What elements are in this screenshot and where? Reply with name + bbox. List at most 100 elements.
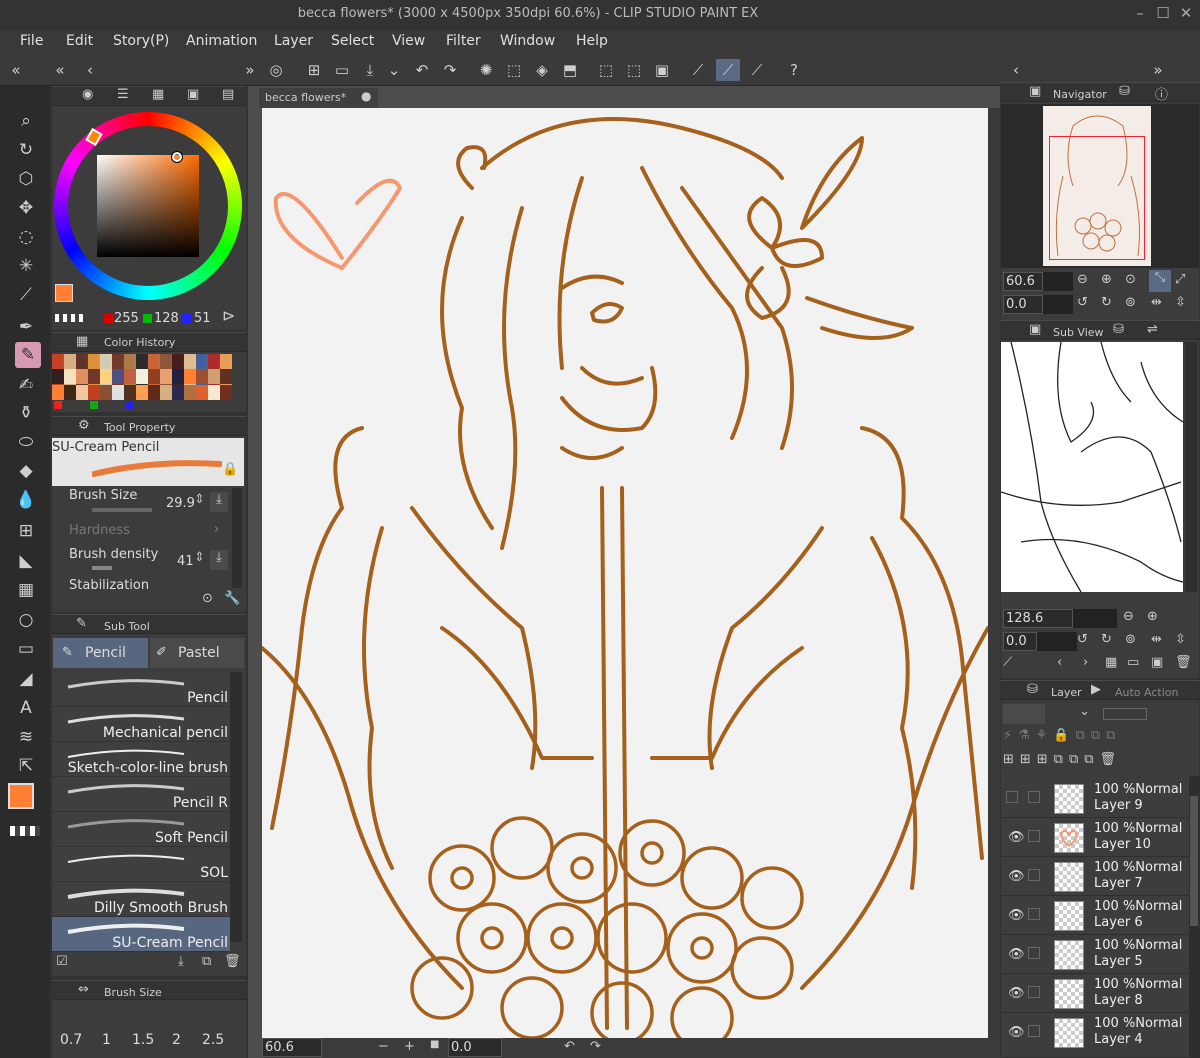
navigator-angle-value[interactable]: 0.0 <box>1003 295 1043 314</box>
clip-studio-icon[interactable]: ◎ <box>264 59 288 81</box>
navigator-zoom-value[interactable]: 60.6 <box>1003 272 1043 291</box>
clear-outside-icon[interactable]: ⬚ <box>502 59 526 81</box>
lock-icon[interactable]: 🔒 <box>222 462 238 477</box>
tool-property-scrollbar[interactable] <box>232 488 242 588</box>
sub-view-grid-icon[interactable]: ▦ <box>1105 655 1117 670</box>
rotate-tool-icon[interactable]: ↻ <box>13 137 39 163</box>
size-preset-2-5[interactable]: 2.5 <box>202 1032 224 1048</box>
layer-command-toolbar[interactable]: ⊞⊞⊞⧉⧉⧉🗑 <box>1003 752 1197 774</box>
duplicate-sub-tool-icon[interactable]: ⧉ <box>202 954 211 969</box>
zoom-out-icon[interactable]: − <box>378 1039 389 1054</box>
layer-row[interactable]: 👁 100 %Normal Layer 6 <box>1002 896 1189 935</box>
sub-view-flip-h-icon[interactable]: ⇹ <box>1151 632 1162 647</box>
show-selection-icon[interactable]: ▣ <box>650 59 674 81</box>
color-main-swatch[interactable] <box>55 284 73 302</box>
layer-lock-box[interactable] <box>1028 830 1040 842</box>
brush-item-mechanical-pencil[interactable]: Mechanical pencil <box>52 707 230 742</box>
chevron-left-icon[interactable]: ‹ <box>78 59 102 81</box>
eyedropper-tool-icon[interactable]: ⟋ <box>13 282 39 308</box>
sub-view-image-icon[interactable]: ▣ <box>1151 655 1163 670</box>
color-wheel-tab-icon[interactable]: ◉ <box>82 87 93 102</box>
eye-icon[interactable]: 👁 <box>1008 986 1025 1001</box>
gradient-tool-icon[interactable]: ▦ <box>13 577 39 603</box>
layer-name[interactable]: Layer 10 <box>1094 837 1151 852</box>
intermediate-color-tab-icon[interactable]: ▣ <box>187 87 199 102</box>
brush-size-spinner-icon[interactable]: ⇕ <box>194 492 205 507</box>
layer-name[interactable]: Layer 9 <box>1094 798 1143 813</box>
sub-view-zoom-slider[interactable] <box>1073 609 1117 628</box>
density-spinner-icon[interactable]: ⇕ <box>194 550 205 565</box>
layer-opacity-slider[interactable] <box>1103 708 1147 720</box>
navigator-view-frame[interactable] <box>1049 136 1145 260</box>
layer-name[interactable]: Layer 6 <box>1094 915 1143 930</box>
navigator-fit-window-icon[interactable]: ⤢ <box>1175 272 1185 287</box>
airbrush-tool-icon[interactable]: ⚱ <box>13 400 39 426</box>
rotate-right-icon[interactable]: ↷ <box>590 1039 601 1054</box>
density-download-icon[interactable]: ⤓ <box>210 550 228 570</box>
layer-row[interactable]: 100 %Normal Layer 9 <box>1002 779 1189 818</box>
blend-mode-chevron-icon[interactable]: ⌄ <box>1079 704 1097 724</box>
sub-tool-scrollbar[interactable] <box>230 672 242 942</box>
size-preset-0-7[interactable]: 0.7 <box>60 1032 82 1048</box>
sub-view-zoom-value[interactable]: 128.6 <box>1003 609 1073 628</box>
save-menu-chevron-icon[interactable]: ⌄ <box>382 59 406 81</box>
collapse-right-icon[interactable]: » <box>238 59 262 81</box>
sub-view-next-icon[interactable]: › <box>1083 655 1088 670</box>
brush-item-dilly-smooth-brush[interactable]: Dilly Smooth Brush <box>52 882 230 917</box>
saturation-value-square[interactable] <box>97 155 199 257</box>
navigator-preview-area[interactable] <box>1001 104 1199 268</box>
import-sub-tool-icon[interactable]: ⤓ <box>178 954 184 969</box>
info-tab-icon[interactable]: ⓘ <box>1155 84 1168 103</box>
eye-icon[interactable]: 👁 <box>1008 908 1025 923</box>
brush-size-value[interactable]: 29.9 <box>166 496 195 511</box>
snap-special-ruler-icon[interactable]: ⟋ <box>716 59 740 81</box>
eye-icon[interactable]: 👁 <box>1008 1025 1025 1040</box>
brush-item-pencil-r[interactable]: Pencil R <box>52 777 230 812</box>
sub-view-rotate-left-icon[interactable]: ↺ <box>1077 632 1088 647</box>
layer-row[interactable]: 👁 100 %Normal Layer 8 <box>1002 974 1189 1013</box>
rotate-left-icon[interactable]: ↶ <box>564 1039 575 1054</box>
object-tool-icon[interactable]: ⬡ <box>13 166 39 192</box>
brush-size-slider[interactable] <box>92 508 152 512</box>
zoom-in-icon[interactable]: + <box>404 1039 415 1054</box>
correct-line-tool-icon[interactable]: ⇱ <box>13 753 39 779</box>
magic-wand-tool-icon[interactable]: ✳ <box>13 253 39 279</box>
transform-icon[interactable]: ⬒ <box>558 59 582 81</box>
canvas-zoom-value[interactable]: 60.6 <box>262 1038 322 1057</box>
tab-auto-action[interactable]: Auto Action <box>1115 686 1179 699</box>
color-history-row3[interactable] <box>52 385 232 400</box>
eraser-tool-icon[interactable]: ◆ <box>13 458 39 484</box>
navigator-flip-h-icon[interactable]: ⇹ <box>1151 295 1162 310</box>
navigator-rotate-left-icon[interactable]: ↺ <box>1077 295 1088 310</box>
layer-name[interactable]: Layer 4 <box>1094 1032 1143 1047</box>
layer-lock-box[interactable] <box>1028 908 1040 920</box>
sub-view-rotate-right-icon[interactable]: ↻ <box>1101 632 1112 647</box>
sub-view-nav-tab-icon[interactable]: ⛁ <box>1113 322 1124 337</box>
navigator-fit-icon[interactable]: ⤡ <box>1149 270 1171 292</box>
brush-density-slider[interactable] <box>92 566 112 570</box>
drawing-canvas[interactable] <box>262 108 988 1038</box>
sub-tool-detail-icon[interactable]: 🔧 <box>224 591 240 606</box>
layer-name[interactable]: Layer 8 <box>1094 993 1143 1008</box>
sub-view-image[interactable] <box>1000 341 1184 593</box>
sub-view-angle-slider[interactable] <box>1037 632 1077 651</box>
layer-scrollbar-thumb[interactable] <box>1190 796 1198 926</box>
zoom-tool-icon[interactable]: ⌕ <box>13 108 39 134</box>
navigator-actual-size-icon[interactable]: ⊙ <box>1125 272 1136 287</box>
sub-view-eyedropper-icon[interactable]: ⟋ <box>1003 655 1012 670</box>
sub-view-zoom-out-icon[interactable]: ⊖ <box>1123 609 1134 624</box>
brush-item-su-cream-pencil[interactable]: SU-Cream Pencil <box>52 917 230 952</box>
balloon-tool-icon[interactable]: ≋ <box>13 724 39 750</box>
new-file-icon[interactable]: ⊞ <box>302 59 326 81</box>
blend-mode-dropdown[interactable] <box>1003 704 1045 724</box>
collapse-left-icon[interactable]: « <box>4 59 28 81</box>
clear-icon[interactable]: ✺ <box>474 59 498 81</box>
save-icon[interactable]: ⤓ <box>358 59 382 81</box>
layer-row[interactable]: 👁 100 %Normal Layer 7 <box>1002 857 1189 896</box>
tab-layer[interactable]: Layer <box>1051 686 1082 699</box>
sub-tool-settings-icon[interactable]: ☑ <box>56 954 68 969</box>
layer-lock-toolbar[interactable]: ⚡⚗⚘🔒⧉⧉⧉ <box>1003 728 1197 748</box>
redo-icon[interactable]: ↷ <box>438 59 462 81</box>
sub-view-prev-icon[interactable]: ‹ <box>1057 655 1062 670</box>
help-icon[interactable]: ? <box>782 59 806 81</box>
